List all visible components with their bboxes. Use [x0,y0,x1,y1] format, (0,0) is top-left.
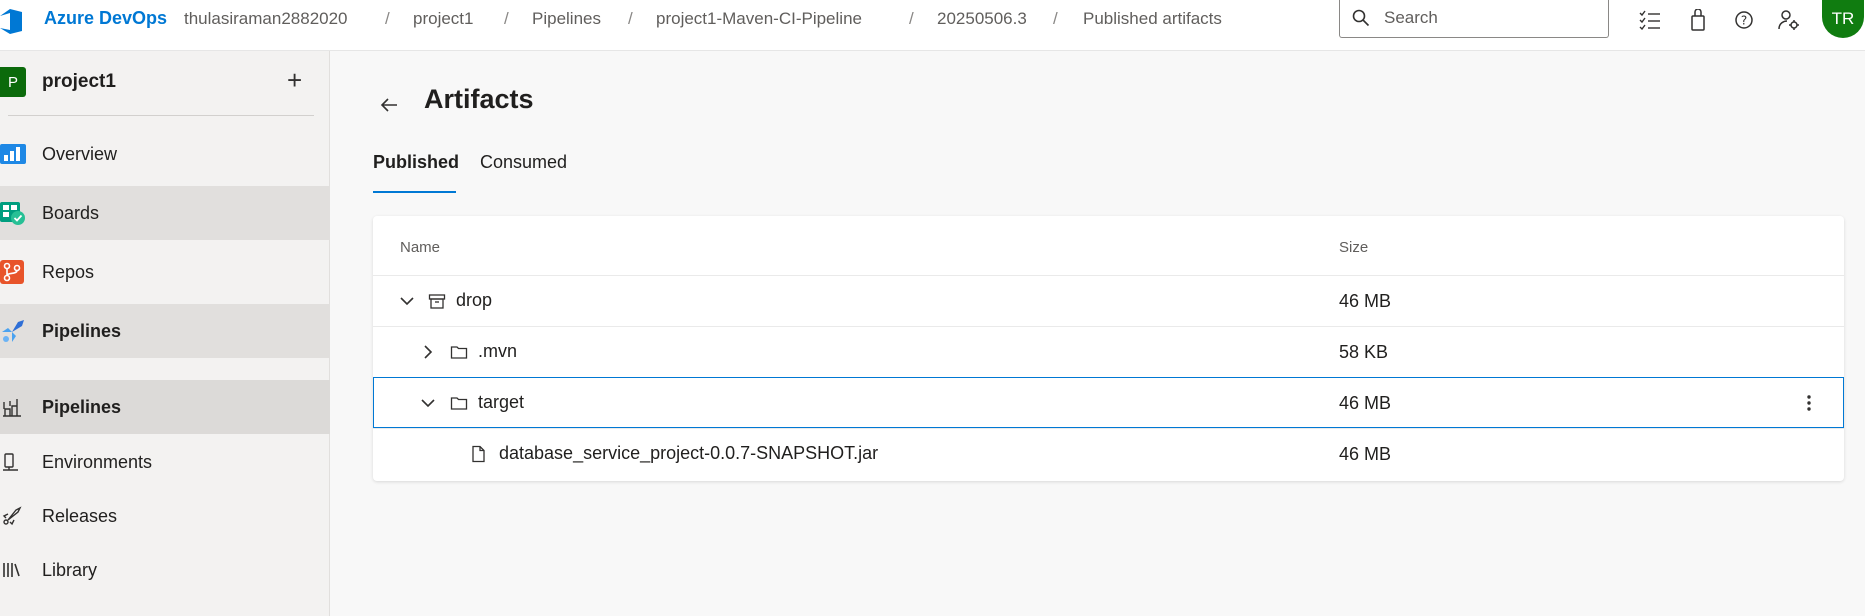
library-icon [3,563,20,577]
table-row-selected[interactable]: target 46 MB [373,377,1844,428]
sidebar-item-label: Library [42,559,98,580]
breadcrumb-separator: / [909,9,914,28]
breadcrumb-project[interactable]: project1 [413,9,473,29]
overview-icon [0,144,26,164]
table-row[interactable]: database_service_project-0.0.7-SNAPSHOT.… [373,428,1844,479]
breadcrumb-run[interactable]: 20250506.3 [937,9,1027,29]
file-name: database_service_project-0.0.7-SNAPSHOT.… [499,443,879,463]
environments-icon [3,453,18,471]
breadcrumb-separator: / [1053,9,1058,28]
chevron-right-icon[interactable] [419,343,437,361]
sidebar-subitem-library[interactable]: Library [0,543,330,597]
boards-icon [0,202,25,225]
folder-icon [450,346,468,359]
user-settings-icon[interactable] [1777,8,1801,32]
sidebar-item-label: Pipelines [42,396,122,417]
shopping-bag-icon[interactable] [1686,8,1710,32]
sidebar-subitem-pipelines[interactable]: Pipelines [0,380,330,434]
avatar[interactable]: TR [1822,0,1864,38]
artifact-name: drop [456,290,493,310]
sidebar-item-repos[interactable]: Repos [0,245,330,299]
folder-size: 58 KB [1339,342,1389,362]
sidebar-subitem-environments[interactable]: Environments [0,435,330,489]
breadcrumb-separator: / [504,9,509,28]
sidebar-item-label: Pipelines [42,320,122,341]
artifacts-table: Name Size drop 46 MB .mvn 58 KB target 4… [373,216,1844,481]
folder-name: target [478,392,525,412]
azure-devops-logo-icon[interactable] [0,7,28,35]
file-size: 46 MB [1339,444,1392,464]
breadcrumb-pipelines[interactable]: Pipelines [532,9,601,29]
tab-consumed[interactable]: Consumed [480,152,567,173]
chevron-down-icon[interactable] [398,292,416,310]
artifact-size: 46 MB [1339,291,1392,311]
page-title: Artifacts [424,84,534,114]
folder-name: .mvn [478,341,518,361]
project-name[interactable]: project1 [42,71,116,93]
brand-link[interactable]: Azure DevOps [44,8,167,29]
help-icon[interactable]: ? [1732,8,1756,32]
repos-icon [0,260,24,284]
pipelines-sub-icon [3,399,21,417]
sidebar-item-overview[interactable]: Overview [0,127,330,181]
search-input[interactable] [1384,6,1594,30]
table-row[interactable]: .mvn 58 KB [373,326,1844,377]
sidebar-subitem-releases[interactable]: Releases [0,489,330,543]
sidebar-item-label: Overview [42,143,118,164]
column-header-size[interactable]: Size [1339,239,1368,256]
file-icon [472,445,485,463]
folder-icon [450,397,468,410]
add-icon[interactable]: + [287,67,302,93]
releases-icon [2,506,22,526]
sidebar: P project1 + Overview Boards Repos Pipel… [0,51,330,616]
task-list-icon[interactable] [1638,8,1662,32]
sidebar-item-pipelines[interactable]: Pipelines [0,304,330,358]
sidebar-item-boards[interactable]: Boards [0,186,330,240]
svg-text:?: ? [1741,14,1747,28]
back-arrow-icon[interactable] [377,93,401,117]
more-options-icon[interactable] [1799,391,1819,415]
breadcrumb-published-artifacts[interactable]: Published artifacts [1083,9,1222,29]
sidebar-item-label: Repos [42,261,95,282]
top-bar: Azure DevOps thulasiraman2882020 / proje… [0,0,1865,51]
main-content: Artifacts Published Consumed Name Size d… [331,51,1865,616]
breadcrumb-organization[interactable]: thulasiraman2882020 [184,9,348,29]
folder-size: 46 MB [1339,393,1392,413]
column-header-name[interactable]: Name [400,239,440,256]
tab-published[interactable]: Published [373,152,459,173]
breadcrumb-separator: / [385,9,390,28]
sidebar-item-label: Environments [42,451,153,472]
breadcrumb-separator: / [628,9,633,28]
search-icon [1352,9,1370,27]
sidebar-item-label: Boards [42,202,100,223]
pipelines-icon [2,320,24,342]
chevron-down-icon[interactable] [419,394,437,412]
artifact-box-icon [428,294,446,309]
breadcrumb-pipeline-name[interactable]: project1-Maven-CI-Pipeline [656,9,862,29]
project-avatar[interactable]: P [0,67,26,97]
divider [8,115,314,116]
search-box[interactable] [1339,0,1609,38]
table-row[interactable]: drop 46 MB [373,275,1844,326]
active-tab-indicator [373,191,456,193]
sidebar-item-label: Releases [42,505,118,526]
